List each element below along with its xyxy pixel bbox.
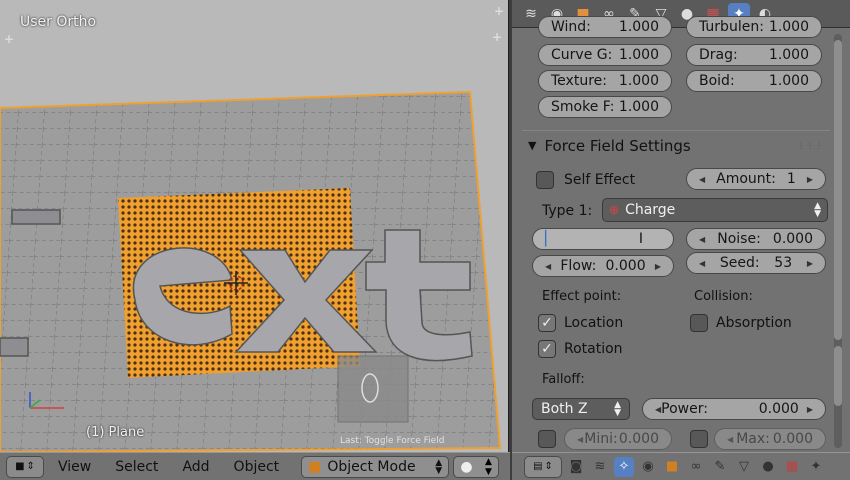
falloff-shape-value: Both Z bbox=[541, 401, 588, 417]
editor-type-button[interactable]: ▤ ⇕ bbox=[524, 455, 562, 478]
type-label: Type 1: bbox=[542, 203, 593, 219]
panel-title: Force Field Settings bbox=[544, 136, 691, 155]
falloff-shape-dropdown[interactable]: Both Z ▲ ▼ bbox=[532, 398, 630, 420]
collision-label: Collision: bbox=[694, 289, 753, 304]
properties-header: ▤ ⇕ ◙ ≋ ✧ ◉ ■ ∞ ✎ ▽ ● ▦ ✦ bbox=[512, 452, 850, 480]
properties-scrollbar[interactable] bbox=[834, 34, 842, 448]
chevron-left-icon[interactable]: ◀ bbox=[699, 235, 705, 244]
properties-editor: ≋ ◉ ■ ∞ ✎ ▽ ● ▦ ✦ ◐ Wind: 1.000 Turbulen… bbox=[512, 0, 850, 452]
self-effect-checkbox[interactable] bbox=[536, 171, 554, 189]
chevron-updown-icon: ⇕ bbox=[26, 461, 35, 472]
min-distance-field[interactable]: ◀ Mini: 0.000 bbox=[564, 428, 672, 450]
smoke-flow-field[interactable]: Smoke F: 1.000 bbox=[538, 96, 672, 118]
chevron-updown-icon: ▲ ▼ bbox=[614, 400, 621, 418]
absorption-checkbox[interactable] bbox=[690, 314, 708, 332]
location-label: Location bbox=[564, 315, 624, 331]
3d-viewport[interactable]: User Ortho (1) Plane Last: Toggle Force … bbox=[0, 0, 509, 452]
mode-dropdown-label: Object Mode bbox=[327, 458, 416, 475]
chevron-updown-icon: ▲ ▼ bbox=[485, 456, 492, 477]
viewport-scene[interactable] bbox=[0, 0, 509, 452]
charge-icon: ⊕ bbox=[609, 203, 620, 217]
chevron-left-icon[interactable]: ◀ bbox=[727, 435, 733, 444]
seed-field[interactable]: ◀ Seed: 53 ▶ bbox=[686, 252, 826, 274]
viewport-view-name: User Ortho bbox=[20, 14, 97, 30]
strength-field[interactable]: ▏ I bbox=[532, 228, 674, 250]
mode-dropdown[interactable]: ■ Object Mode ▲ ▼ bbox=[301, 455, 450, 478]
text-caret: ▏ bbox=[545, 231, 556, 247]
solid-shading-icon: ● bbox=[460, 458, 473, 475]
max-distance-field[interactable]: ◀ Max: 0.000 bbox=[714, 428, 826, 450]
chevron-left-icon[interactable]: ◀ bbox=[577, 435, 583, 444]
chevron-right-icon[interactable]: ▶ bbox=[655, 262, 661, 271]
rotation-checkbox[interactable]: ✓ bbox=[538, 340, 556, 358]
drag-field[interactable]: Drag: 1.000 bbox=[686, 44, 822, 66]
scrollbar-thumb-lower[interactable] bbox=[834, 346, 842, 406]
noise-field[interactable]: ◀ Noise: 0.000 bbox=[686, 228, 826, 250]
viewport-shading-dropdown[interactable]: ● ▲ ▼ bbox=[453, 455, 500, 478]
chevron-updown-icon: ▲ ▼ bbox=[435, 457, 443, 476]
boid-field[interactable]: Boid: 1.000 bbox=[686, 70, 822, 92]
chevron-right-icon[interactable]: ▶ bbox=[807, 175, 813, 184]
split-corner-right-icon[interactable]: + bbox=[492, 30, 502, 44]
texture-field[interactable]: Texture: 1.000 bbox=[538, 70, 672, 92]
self-effect-label: Self Effect bbox=[564, 172, 636, 188]
wind-field[interactable]: Wind: 1.000 bbox=[538, 16, 672, 38]
last-operator-label: Last: Toggle Force Field bbox=[340, 436, 445, 446]
power-field[interactable]: ◀ Power: 0.000 ▶ bbox=[642, 398, 826, 420]
force-field-panel-header[interactable]: ▼ Force Field Settings ⋮⋮⋮ bbox=[522, 130, 830, 160]
amount-field[interactable]: ◀ Amount: 1 ▶ bbox=[686, 168, 826, 190]
force-field-gizmo bbox=[337, 355, 409, 423]
physics-properties: Wind: 1.000 Turbulen: 1.000 Curve G: 1.0… bbox=[522, 16, 830, 452]
curve-guide-field[interactable]: Curve G: 1.000 bbox=[538, 44, 672, 66]
force-type-value: Charge bbox=[625, 202, 676, 218]
texture-icon[interactable]: ▦ bbox=[782, 457, 802, 477]
select-menu[interactable]: Select bbox=[105, 459, 168, 475]
material-icon[interactable]: ● bbox=[758, 457, 778, 477]
properties-editor-icon: ▤ bbox=[533, 461, 543, 472]
text-cursor-icon: I bbox=[638, 231, 643, 247]
chevron-updown-icon: ⇕ bbox=[544, 461, 553, 472]
disclosure-triangle-icon: ▼ bbox=[528, 139, 537, 152]
chevron-updown-icon: ▲ ▼ bbox=[814, 201, 821, 219]
rotation-label: Rotation bbox=[564, 341, 623, 357]
effect-point-label: Effect point: bbox=[542, 289, 622, 304]
falloff-label: Falloff: bbox=[542, 372, 585, 387]
chevron-left-icon[interactable]: ◀ bbox=[699, 259, 705, 268]
turbulence-field[interactable]: Turbulen: 1.000 bbox=[686, 16, 822, 38]
object-mode-icon: ■ bbox=[308, 458, 322, 475]
chevron-right-icon[interactable]: ▶ bbox=[807, 405, 813, 414]
scrollbar-thumb[interactable] bbox=[834, 40, 842, 340]
use-max-checkbox[interactable] bbox=[690, 430, 708, 448]
flow-field[interactable]: ◀ Flow: 0.000 ▶ bbox=[532, 255, 674, 277]
viewport-header: ■ ⇕ View Select Add Object ■ Object Mode … bbox=[0, 452, 510, 480]
constraints-icon[interactable]: ∞ bbox=[686, 457, 706, 477]
active-object-label: (1) Plane bbox=[86, 425, 145, 440]
modifier-icon[interactable]: ✎ bbox=[710, 457, 730, 477]
object-icon[interactable]: ■ bbox=[662, 457, 682, 477]
drag-handle-icon[interactable]: ⋮⋮⋮ bbox=[797, 141, 824, 150]
location-checkbox[interactable]: ✓ bbox=[538, 314, 556, 332]
render-layers-icon[interactable]: ≋ bbox=[590, 457, 610, 477]
object-menu[interactable]: Object bbox=[224, 459, 290, 475]
scene-icon[interactable]: ✧ bbox=[614, 456, 634, 477]
editor-type-button[interactable]: ■ ⇕ bbox=[6, 455, 44, 478]
force-type-dropdown[interactable]: ⊕ Charge ▲ ▼ bbox=[602, 198, 828, 222]
chevron-right-icon[interactable]: ▶ bbox=[807, 259, 813, 268]
cube-icon: ■ bbox=[15, 461, 25, 472]
data-icon[interactable]: ▽ bbox=[734, 457, 754, 477]
split-corner-top-right-icon[interactable]: + bbox=[494, 4, 504, 18]
absorption-label: Absorption bbox=[716, 315, 792, 331]
view-menu[interactable]: View bbox=[48, 459, 101, 475]
chevron-left-icon[interactable]: ◀ bbox=[699, 175, 705, 184]
add-menu[interactable]: Add bbox=[172, 459, 219, 475]
chevron-left-icon[interactable]: ◀ bbox=[545, 262, 551, 271]
render-icon[interactable]: ◙ bbox=[566, 457, 586, 477]
particles-icon[interactable]: ✦ bbox=[806, 457, 826, 477]
use-min-checkbox[interactable] bbox=[538, 430, 556, 448]
world-icon[interactable]: ◉ bbox=[638, 457, 658, 477]
split-corner-top-left-icon[interactable]: + bbox=[4, 32, 14, 46]
